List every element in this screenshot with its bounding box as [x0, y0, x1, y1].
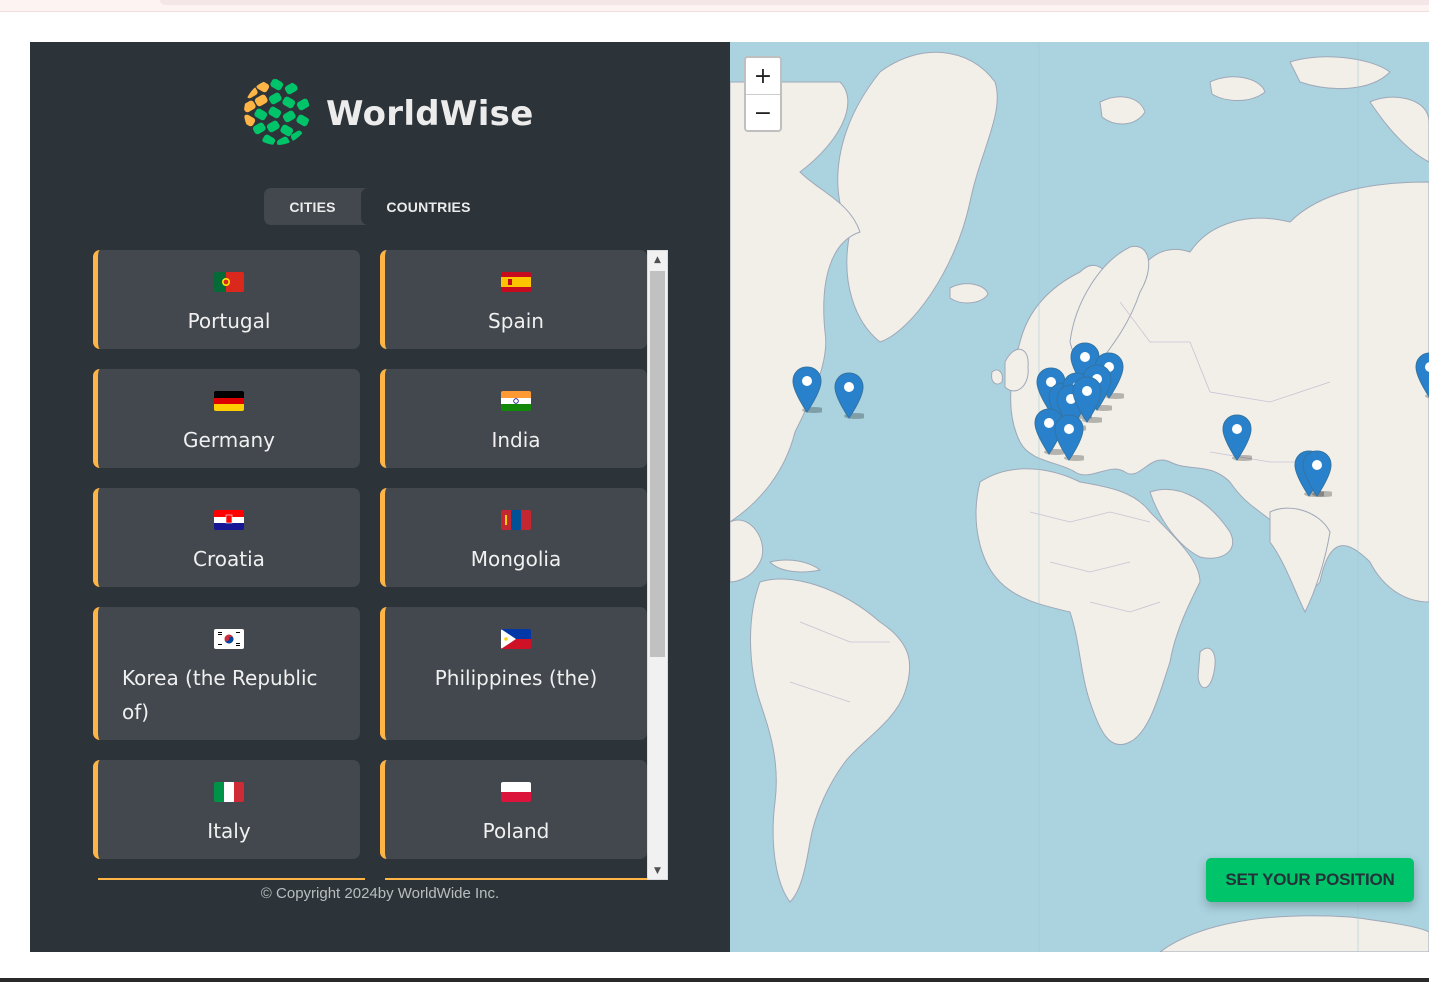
country-card-india[interactable]: India: [380, 369, 647, 468]
country-name: Korea (the Republic of): [122, 666, 318, 724]
country-name: Italy: [207, 819, 251, 843]
country-name: Germany: [183, 428, 275, 452]
copyright-text: © Copyright 2024by WorldWide Inc.: [260, 885, 500, 902]
country-card-poland[interactable]: Poland: [380, 760, 647, 859]
country-name: Mongolia: [470, 547, 562, 571]
sidebar: WorldWise CITIES COUNTRIES Portugal Spai…: [30, 42, 730, 952]
map-marker-icon[interactable]: [1054, 414, 1088, 462]
logo[interactable]: WorldWise: [243, 78, 534, 150]
map[interactable]: + − SET YOUR POSITION: [730, 42, 1429, 952]
country-card-spain[interactable]: Spain: [380, 250, 647, 349]
list-scrollbar[interactable]: ▲ ▼: [647, 250, 668, 880]
india-flag-icon: [501, 391, 531, 411]
country-card-germany[interactable]: Germany: [93, 369, 360, 468]
country-list[interactable]: Portugal Spain Germany India Croatia Mon…: [93, 250, 668, 880]
country-card-korea[interactable]: Korea (the Republic of): [93, 607, 360, 740]
set-position-button[interactable]: SET YOUR POSITION: [1206, 858, 1414, 902]
south-korea-flag-icon: [214, 629, 244, 649]
country-name: Portugal: [187, 309, 271, 333]
app-layout: WorldWise CITIES COUNTRIES Portugal Spai…: [30, 42, 1429, 952]
scroll-down-arrow-icon[interactable]: ▼: [648, 862, 667, 879]
zoom-control: + −: [744, 56, 782, 132]
zoom-in-button[interactable]: +: [746, 58, 780, 95]
country-card-mongolia[interactable]: Mongolia: [380, 488, 647, 587]
country-name: India: [491, 428, 541, 452]
country-name: Spain: [488, 309, 544, 333]
country-name: Poland: [482, 819, 550, 843]
tab-countries[interactable]: COUNTRIES: [361, 188, 496, 225]
view-tabs: CITIES COUNTRIES: [264, 188, 496, 225]
window-bottom-border: [0, 978, 1429, 982]
worldwise-globe-icon: [243, 78, 311, 150]
portugal-flag-icon: [214, 272, 244, 292]
map-marker-icon[interactable]: [1415, 352, 1429, 400]
map-marker-icon[interactable]: [1222, 414, 1256, 462]
app-name: WorldWise: [326, 94, 534, 134]
country-card-philippines[interactable]: Philippines (the): [380, 607, 647, 740]
map-marker-icon[interactable]: [792, 366, 826, 414]
next-row-edge: [93, 878, 652, 880]
italy-flag-icon: [214, 782, 244, 802]
poland-flag-icon: [501, 782, 531, 802]
germany-flag-icon: [214, 391, 244, 411]
philippines-flag-icon: [501, 629, 531, 649]
country-name: Philippines (the): [434, 666, 598, 690]
map-marker-icon[interactable]: [1302, 450, 1336, 498]
browser-tab-edge: [160, 0, 1429, 5]
mongolia-flag-icon: [501, 510, 531, 530]
spain-flag-icon: [501, 272, 531, 292]
country-name: Croatia: [193, 547, 265, 571]
country-card-italy[interactable]: Italy: [93, 760, 360, 859]
croatia-flag-icon: [214, 510, 244, 530]
tab-cities[interactable]: CITIES: [264, 188, 361, 225]
scrollbar-thumb[interactable]: [650, 271, 665, 657]
browser-top-strip: [0, 0, 1429, 12]
map-marker-icon[interactable]: [834, 372, 868, 420]
country-card-croatia[interactable]: Croatia: [93, 488, 360, 587]
country-card-portugal[interactable]: Portugal: [93, 250, 360, 349]
zoom-out-button[interactable]: −: [746, 95, 780, 130]
scroll-up-arrow-icon[interactable]: ▲: [648, 251, 667, 268]
